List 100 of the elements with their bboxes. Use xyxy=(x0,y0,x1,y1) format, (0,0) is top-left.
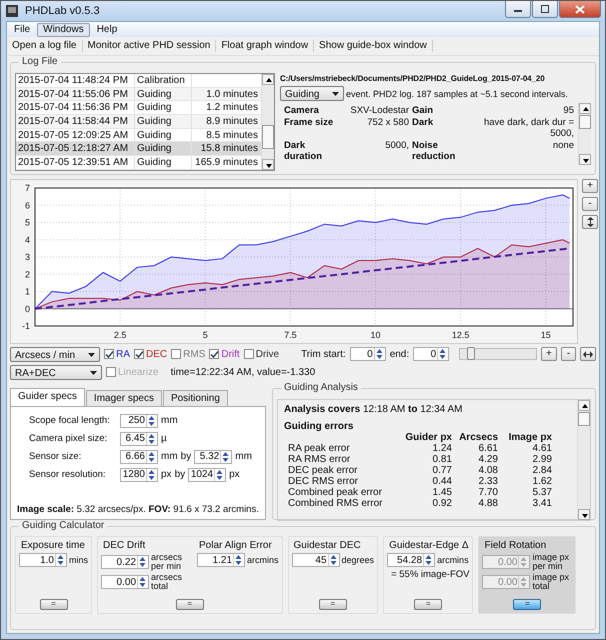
spin-arrows-icon xyxy=(233,554,244,566)
scroll-down-icon[interactable] xyxy=(262,159,274,170)
property-value: 95 xyxy=(562,105,574,116)
axis-tick-label: 2.5 xyxy=(114,330,126,340)
property-value: 5000, xyxy=(384,140,409,153)
scroll-down-icon[interactable] xyxy=(579,154,591,165)
axis-tick-label: 0 xyxy=(24,304,30,314)
slider-handle[interactable] xyxy=(466,347,475,360)
number-field[interactable]: 0.22 xyxy=(101,555,150,569)
table-cell-text: 0.92 xyxy=(432,498,452,509)
number-field[interactable]: 1.0 xyxy=(19,553,67,567)
column-header: Arcsecs xyxy=(458,432,498,443)
scrollbar[interactable] xyxy=(578,103,591,165)
axis-tick-label: 10 xyxy=(370,330,381,340)
scrollbar[interactable] xyxy=(261,74,274,170)
number-field[interactable]: 1024 xyxy=(188,468,226,482)
spin-arrows-icon xyxy=(146,432,156,444)
table-cell-text: 2.33 xyxy=(478,476,498,487)
table-cell-text: RA RMS error xyxy=(287,454,352,465)
calculate-button[interactable]: = xyxy=(318,599,347,610)
tab[interactable]: Imager specs xyxy=(86,390,162,406)
units-dropdown[interactable]: Arcsecs / min xyxy=(10,346,100,362)
scroll-down-icon[interactable] xyxy=(578,509,590,520)
scrollbar[interactable] xyxy=(577,400,590,520)
minimize-button[interactable] xyxy=(505,1,531,18)
spin-arrows-icon xyxy=(328,554,338,566)
session-row[interactable]: 2015-07-04 11:55:06 PM Guiding 1.0 minutes xyxy=(16,88,261,102)
zoom-button[interactable]: + xyxy=(541,347,557,361)
unit-label: px xyxy=(161,469,172,480)
session-row[interactable]: 2015-07-04 11:58:44 PM Guiding 8.9 minutes xyxy=(16,115,261,129)
spin-arrows-icon xyxy=(137,576,148,588)
table-cell: Calibration xyxy=(135,74,192,87)
session-row[interactable]: 2015-07-05 12:39:51 AM Guiding 165.9 minutes xyxy=(16,156,261,170)
spin-arrows-icon xyxy=(55,554,65,566)
scroll-thumb[interactable] xyxy=(579,115,591,129)
menu-item[interactable]: Windows xyxy=(37,22,90,36)
zoom-button[interactable]: + xyxy=(582,179,598,193)
event-dropdown[interactable]: Guiding xyxy=(280,86,344,101)
number-field[interactable]: 250 xyxy=(120,414,158,428)
axis-dropdown[interactable]: RA+DEC xyxy=(10,364,102,380)
table-cell-text: RA peak error xyxy=(287,443,351,454)
scroll-thumb[interactable] xyxy=(578,412,590,426)
close-button[interactable] xyxy=(559,1,601,18)
toolbar-button[interactable]: Show guide-box window xyxy=(314,40,433,52)
spin-arrows-icon xyxy=(146,468,156,480)
number-field[interactable]: 54.28 xyxy=(387,553,436,567)
tab[interactable]: Guider specs xyxy=(10,388,85,406)
table-cell-text: DEC RMS error xyxy=(287,476,360,487)
scroll-up-icon[interactable] xyxy=(579,103,591,114)
number-field[interactable]: 5.32 xyxy=(194,450,232,464)
number-field[interactable]: 6.66 xyxy=(120,450,158,464)
calculate-button[interactable]: = xyxy=(40,599,68,610)
section-title: Guidestar-Edge Δ xyxy=(388,540,470,551)
table-cell-text: 1.45 xyxy=(432,487,452,498)
spin-arrows-icon xyxy=(518,556,528,568)
section-heading: Guiding errors xyxy=(284,421,354,432)
table-cell: 2015-07-05 12:09:25 AM xyxy=(16,128,135,142)
menu-item[interactable]: File xyxy=(9,24,36,36)
fit-horizontal-button[interactable] xyxy=(580,347,596,361)
number-field[interactable]: 6.45 xyxy=(120,432,158,446)
session-row[interactable]: 2015-07-05 12:18:27 AM Guiding 15.8 minutes xyxy=(16,142,261,156)
property-label: Camera xyxy=(284,105,320,116)
series-checkbox[interactable]: Drive xyxy=(244,348,280,360)
number-field[interactable]: 45 xyxy=(292,553,340,567)
series-checkbox[interactable]: RA xyxy=(104,348,130,360)
zoom-button[interactable]: - xyxy=(582,197,598,211)
table-cell-text: 0.44 xyxy=(432,476,452,487)
toolbar-button[interactable]: Open a log file xyxy=(7,40,82,52)
unit-label: mm xyxy=(161,451,178,462)
axis-tick-label: 7.5 xyxy=(284,330,297,340)
property-value: 752 x 580 xyxy=(366,117,409,130)
table-cell-text: 4.61 xyxy=(532,443,552,454)
scroll-thumb[interactable] xyxy=(262,125,274,149)
fit-vertical-button[interactable] xyxy=(582,215,598,229)
log-summary: event. PHD2 log. 187 samples at ~5.1 second intervals. xyxy=(346,88,568,98)
toolbar-button[interactable]: Float graph window xyxy=(216,40,314,52)
calculate-button[interactable]: = xyxy=(176,599,204,610)
maximize-button[interactable] xyxy=(532,1,558,18)
menu-item[interactable]: Help xyxy=(92,24,122,36)
calculate-button[interactable]: = xyxy=(414,599,442,610)
table-cell-text: 4.29 xyxy=(478,454,498,465)
series-checkbox[interactable]: Drift xyxy=(209,348,240,360)
table-cell-text: 4.08 xyxy=(478,465,498,476)
number-field[interactable]: 0.00 xyxy=(101,575,150,589)
trim-end-field[interactable]: 0 xyxy=(413,347,450,361)
number-field[interactable]: 1280 xyxy=(120,468,158,482)
property-label: Dark duration xyxy=(284,140,323,162)
number-field[interactable]: 1.21 xyxy=(197,553,246,567)
axis-tick-label: 2 xyxy=(24,269,30,280)
toolbar-button[interactable]: Monitor active PHD session xyxy=(82,40,216,52)
trim-start-field[interactable]: 0 xyxy=(350,347,386,361)
trim-end-label: end: xyxy=(390,348,410,360)
unit-label: arcsecs total xyxy=(151,573,184,591)
spin-arrows-icon xyxy=(137,556,148,568)
zoom-button[interactable]: - xyxy=(560,347,576,361)
vertical-arrows-icon xyxy=(586,217,594,227)
series-checkbox[interactable]: DEC xyxy=(134,348,168,360)
tab[interactable]: Positioning xyxy=(162,390,228,406)
scroll-up-icon[interactable] xyxy=(578,400,590,411)
scroll-up-icon[interactable] xyxy=(262,74,274,85)
